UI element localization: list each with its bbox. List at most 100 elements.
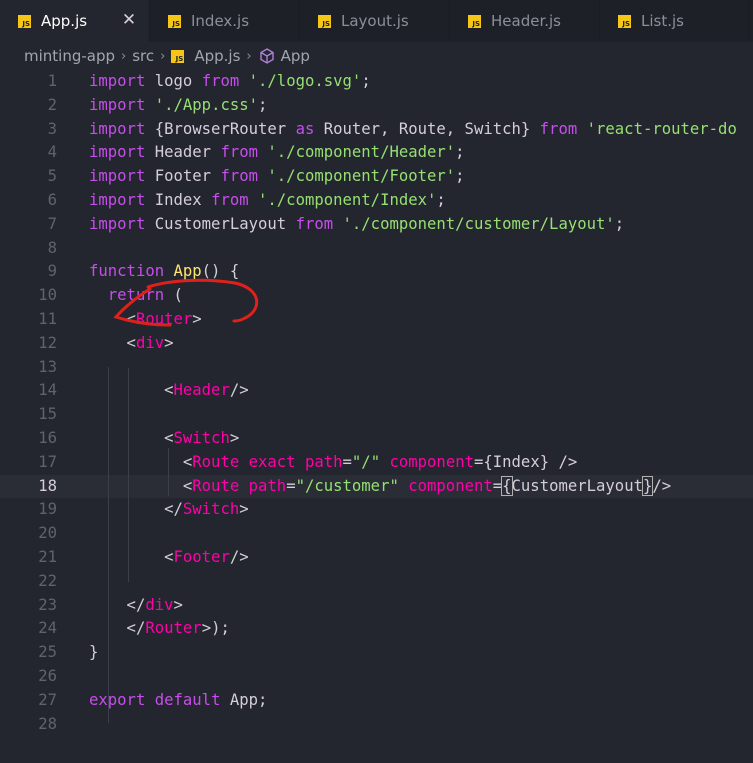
line-number: 20 [38, 524, 57, 543]
close-icon[interactable]: ✕ [121, 12, 137, 29]
line-number: 10 [38, 286, 57, 305]
code-text: import Footer from './component/Footer'; [89, 167, 465, 186]
line-number: 24 [38, 619, 57, 638]
line-number: 21 [38, 548, 57, 566]
code-line[interactable]: 11 <Router> [0, 308, 753, 332]
breadcrumb-separator: › [121, 48, 127, 64]
tab-list-js[interactable]: JS List.js [600, 0, 750, 42]
indent-guide [128, 368, 129, 582]
code-editor[interactable]: 28 27 export default App; 26 25} 24 </Router>… [0, 70, 753, 763]
line-number: 11 [38, 310, 57, 328]
code-text: } [89, 643, 99, 662]
code-line[interactable]: 13 [0, 356, 753, 380]
code-text: <Header/> [89, 381, 249, 400]
code-line[interactable]: 16 <Switch> [0, 427, 753, 451]
breadcrumb-subfolder[interactable]: src [132, 47, 154, 65]
tab-label: Layout.js [341, 12, 409, 30]
line-number: 18 [38, 476, 57, 495]
code-text: <Router> [89, 310, 202, 328]
line-number: 9 [47, 262, 57, 281]
breadcrumb-separator: › [246, 48, 252, 64]
code-line[interactable]: 5 import Footer from './component/Footer'… [0, 165, 753, 189]
code-line[interactable]: 7 import CustomerLayout from './component… [0, 213, 753, 237]
tab-header-js[interactable]: JS Header.js [450, 0, 600, 42]
code-line[interactable]: 20 [0, 522, 753, 546]
line-number: 17 [38, 452, 57, 471]
code-text: return ( [107, 286, 183, 305]
code-line[interactable]: 26 [0, 665, 753, 689]
code-line[interactable]: 24 </Router>); [0, 617, 753, 641]
code-text: import logo from './logo.svg'; [89, 72, 371, 90]
js-file-icon: JS [618, 14, 631, 28]
line-number: 2 [47, 95, 57, 114]
breadcrumb-symbol[interactable]: App [281, 47, 310, 65]
line-number: 6 [47, 191, 57, 209]
tab-index-js[interactable]: JS Index.js [150, 0, 300, 42]
breadcrumb-separator: › [160, 48, 166, 64]
js-file-icon: JS [468, 14, 481, 28]
line-number: 4 [47, 143, 57, 162]
code-text: function App() { [89, 262, 240, 281]
tab-label: App.js [41, 12, 88, 30]
indent-guide [168, 448, 169, 496]
line-number: 3 [47, 119, 57, 138]
code-line[interactable]: 10 return ( [0, 284, 753, 308]
code-line[interactable]: 2 import './App.css'; [0, 94, 753, 118]
line-number: 7 [47, 214, 57, 233]
code-text: <div> [89, 333, 174, 352]
line-number: 19 [38, 500, 57, 519]
tab-layout-js[interactable]: JS Layout.js [300, 0, 450, 42]
tab-bar: JS App.js ✕ JS Index.js JS Layout.js JS Header.j… [0, 0, 753, 42]
code-line[interactable]: 8 [0, 237, 753, 261]
indent-guide [108, 367, 109, 723]
symbol-class-icon [258, 47, 281, 65]
line-number: 1 [47, 72, 57, 90]
code-line[interactable]: 14 <Header/> [0, 379, 753, 403]
line-number: 14 [38, 381, 57, 400]
code-line[interactable]: 1 import logo from './logo.svg'; [0, 70, 753, 94]
line-number: 22 [38, 571, 57, 590]
line-number: 13 [38, 357, 57, 376]
line-number: 5 [47, 167, 57, 186]
line-number: 12 [38, 333, 57, 352]
code-text: <Route path="/customer" component={Custo… [89, 475, 672, 496]
js-file-icon: JS [171, 49, 185, 63]
code-text: </div> [89, 595, 183, 614]
code-text: <Route exact path="/" component={Index} … [89, 452, 578, 471]
breadcrumb-file[interactable]: App.js [194, 47, 240, 65]
code-line[interactable]: 27 export default App; [0, 689, 753, 713]
code-line[interactable]: 3 import {BrowserRouter as Router, Route,… [0, 118, 753, 142]
tab-label: Index.js [191, 12, 250, 30]
code-line[interactable]: 25} [0, 641, 753, 665]
code-line[interactable]: 4 import Header from './component/Header'… [0, 141, 753, 165]
code-line[interactable]: 28 [0, 713, 753, 737]
tab-app-js[interactable]: JS App.js ✕ [0, 0, 150, 42]
code-line[interactable]: 12 <div> [0, 332, 753, 356]
js-file-icon: JS [318, 14, 331, 28]
line-number: 16 [38, 429, 57, 447]
code-text: </Router>); [89, 619, 230, 638]
code-line[interactable]: 23 </div> [0, 594, 753, 618]
code-line[interactable]: 22 [0, 570, 753, 594]
line-number: 23 [38, 595, 57, 614]
line-number: 15 [38, 405, 57, 424]
code-line[interactable]: 19 </Switch> [0, 498, 753, 522]
line-number: 25 [38, 643, 57, 662]
line-number: 27 [38, 690, 57, 709]
code-text: import Header from './component/Header'; [89, 143, 465, 162]
code-text: import Index from './component/Index'; [89, 191, 446, 209]
code-line[interactable]: 17 <Route exact path="/" component={Inde… [0, 451, 753, 475]
breadcrumb: minting-app › src › JS App.js › App [0, 42, 753, 70]
code-line[interactable]: 15 [0, 403, 753, 427]
code-line[interactable]: 21 <Footer/> [0, 546, 753, 570]
js-file-icon: JS [18, 14, 31, 28]
tab-label: List.js [641, 12, 684, 30]
code-text: export default App; [89, 690, 268, 709]
code-line[interactable]: 18 <Route path="/customer" component={Cu… [0, 474, 753, 499]
code-line[interactable]: 6 import Index from './component/Index'; [0, 189, 753, 213]
js-file-icon: JS [168, 14, 181, 28]
tab-label: Header.js [491, 12, 561, 30]
code-line[interactable]: 9 function App() { [0, 260, 753, 284]
breadcrumb-folder[interactable]: minting-app [24, 47, 115, 65]
code-text: <Footer/> [89, 548, 249, 566]
